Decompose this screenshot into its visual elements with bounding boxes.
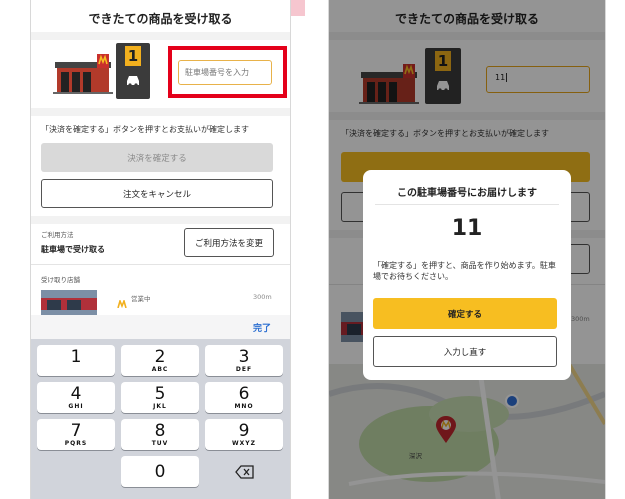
- divider: [375, 204, 559, 205]
- section-separator: [31, 216, 290, 224]
- key-7[interactable]: 7 PQRS: [37, 419, 115, 450]
- confirm-notice: 「決済を確定する」ボタンを押すとお支払いが確定します: [41, 125, 249, 134]
- section-separator: [31, 108, 290, 116]
- key-digit: 4: [70, 384, 82, 404]
- car-icon: [124, 71, 142, 89]
- parking-number-input[interactable]: [178, 60, 272, 85]
- key-digit: 2: [154, 347, 166, 367]
- key-0[interactable]: 0: [121, 456, 199, 487]
- key-letters: GHI: [68, 403, 84, 410]
- key-9[interactable]: 9 WXYZ: [205, 419, 283, 450]
- section-separator: [31, 32, 290, 40]
- key-8[interactable]: 8 TUV: [121, 419, 199, 450]
- confirm-parking-dialog: この駐車場番号にお届けします 11 「確定する」を押すと、商品を作り始めます。駐…: [363, 170, 571, 380]
- dialog-confirm-button[interactable]: 確定する: [373, 298, 557, 329]
- left-screen: できたての商品を受け取る 1 「決済を確定する」ボタンを押すとお支払いが確定しま…: [30, 0, 291, 499]
- dialog-title: この駐車場番号にお届けします: [397, 188, 537, 199]
- key-4[interactable]: 4 GHI: [37, 382, 115, 413]
- key-digit: 6: [238, 384, 250, 404]
- cancel-order-button[interactable]: 注文をキャンセル: [41, 179, 273, 208]
- restaurant-illustration: [53, 52, 113, 94]
- usage-method-value: 駐車場で受け取る: [41, 245, 105, 254]
- page-title: できたての商品を受け取る: [88, 12, 233, 26]
- key-letters: JKL: [153, 403, 167, 410]
- mcdonalds-logo-icon: [117, 293, 127, 309]
- key-letters: WXYZ: [232, 440, 256, 447]
- key-2[interactable]: 2 ABC: [121, 345, 199, 376]
- key-3[interactable]: 3 DEF: [205, 345, 283, 376]
- right-screen: できたての商品を受け取る 1 11 「決済を確定する」ボタンを押すとお支払いが確…: [328, 0, 606, 499]
- keypad-done-button[interactable]: 完了: [253, 321, 271, 334]
- parking-number-badge: 1: [125, 46, 141, 66]
- key-letters: DEF: [235, 366, 253, 373]
- parking-number-sign: 1: [116, 43, 150, 99]
- dialog-message: 「確定する」を押すと、商品を作り始めます。駐車場でお待ちください。: [373, 261, 556, 281]
- key-6[interactable]: 6 MNO: [205, 382, 283, 413]
- confirm-payment-button[interactable]: 決済を確定する: [41, 143, 273, 172]
- key-1[interactable]: 1: [37, 345, 115, 376]
- key-letters: ABC: [151, 366, 169, 373]
- key-digit: 9: [238, 421, 250, 441]
- change-method-button[interactable]: ご利用方法を変更: [184, 228, 274, 257]
- key-digit: 1: [70, 347, 82, 367]
- key-letters: PQRS: [64, 440, 88, 447]
- dialog-reenter-button[interactable]: 入力し直す: [373, 336, 557, 367]
- key-letters: TUV: [151, 440, 169, 447]
- keypad-toolbar: [31, 315, 290, 339]
- store-section-label: 受け取り店舗: [41, 276, 80, 284]
- key-5[interactable]: 5 JKL: [121, 382, 199, 413]
- key-digit: 0: [154, 462, 166, 482]
- key-digit: 3: [238, 347, 250, 367]
- store-distance: 300m: [253, 293, 272, 301]
- key-digit: 8: [154, 421, 166, 441]
- backspace-icon[interactable]: [235, 464, 255, 480]
- key-letters: MNO: [234, 403, 254, 410]
- usage-method-label: ご利用方法: [41, 231, 74, 239]
- store-photo: [41, 290, 97, 316]
- store-status: 営業中: [131, 295, 151, 303]
- key-digit: 7: [70, 421, 82, 441]
- numeric-keypad: 完了 1 2 ABC 3 DEF 4 GHI 5 JKL 6 MNO 7 PQRS 8 TUV…: [31, 315, 290, 499]
- divider: [31, 264, 290, 265]
- dialog-parking-number: 11: [451, 216, 483, 241]
- key-digit: 5: [154, 384, 166, 404]
